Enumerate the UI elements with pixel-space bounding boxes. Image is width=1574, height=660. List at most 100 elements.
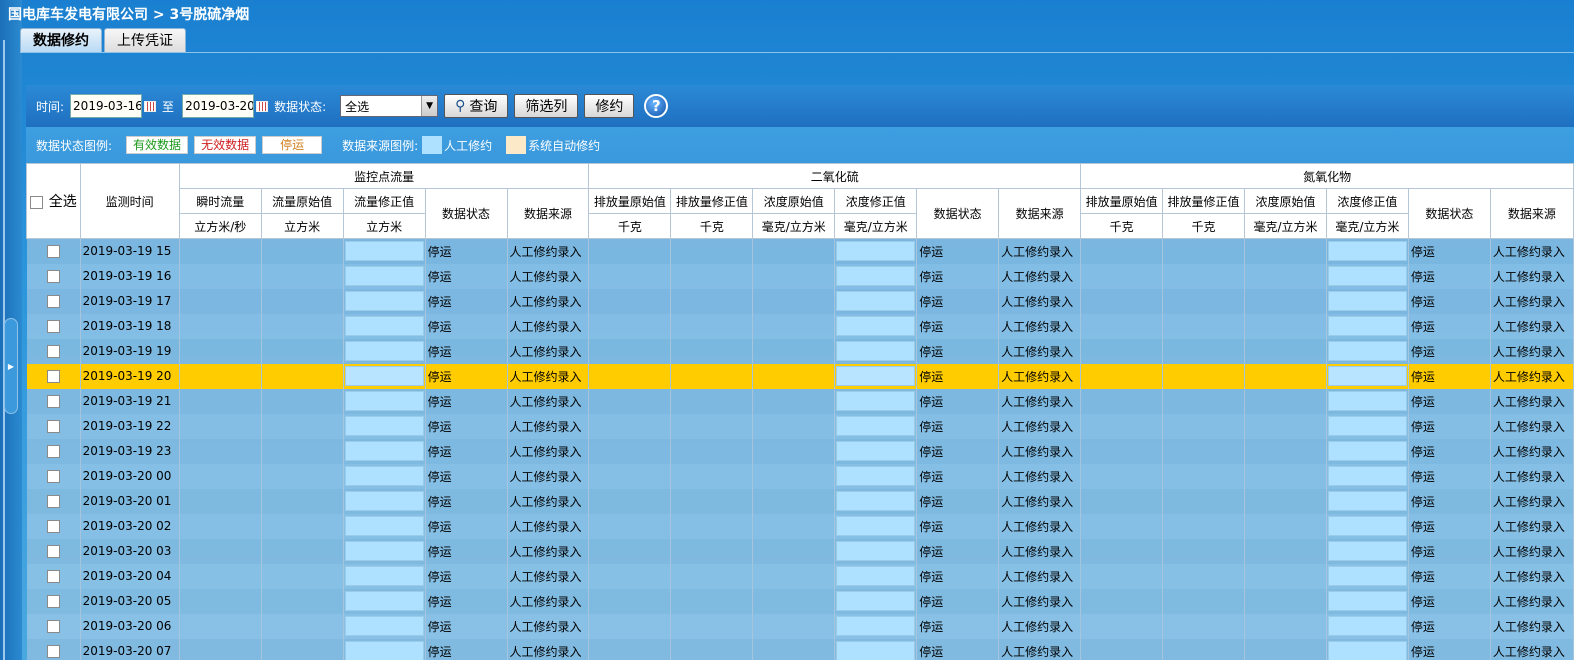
table-row[interactable]: 2019-03-19 19 停运 人工修约录入 停运 人工修约录入 停运 人工修约录入 <box>26 338 1574 364</box>
corrected-value-field[interactable] <box>836 241 916 262</box>
filter-columns-button[interactable]: 筛选列 <box>514 94 579 118</box>
query-button[interactable]: ⚲ 查询 <box>444 94 509 118</box>
corrected-value-input[interactable] <box>834 513 918 539</box>
row-checkbox[interactable] <box>46 545 60 558</box>
corrected-value-field[interactable] <box>1327 491 1407 511</box>
corrected-value-input[interactable] <box>1326 263 1409 289</box>
corrected-value-input[interactable] <box>343 613 426 639</box>
corrected-value-field[interactable] <box>836 541 916 561</box>
corrected-value-input[interactable] <box>343 263 426 289</box>
corrected-value-field[interactable] <box>344 416 424 436</box>
corrected-value-field[interactable] <box>836 441 916 461</box>
row-checkbox-cell[interactable] <box>26 413 81 439</box>
corrected-value-input[interactable] <box>834 588 918 614</box>
row-checkbox[interactable] <box>46 345 60 358</box>
corrected-value-input[interactable] <box>1326 613 1409 639</box>
row-checkbox-cell[interactable] <box>26 588 81 614</box>
corrected-value-input[interactable] <box>343 638 426 660</box>
corrected-value-field[interactable] <box>836 491 916 511</box>
corrected-value-input[interactable] <box>343 438 426 464</box>
table-row[interactable]: 2019-03-20 04 停运 人工修约录入 停运 人工修约录入 停运 人工修约录入 <box>26 563 1574 589</box>
row-checkbox[interactable] <box>46 420 60 433</box>
corrected-value-input[interactable] <box>834 613 918 639</box>
row-checkbox-cell[interactable] <box>26 488 81 514</box>
corrected-value-field[interactable] <box>1327 291 1407 311</box>
row-checkbox[interactable] <box>46 470 60 483</box>
corrected-value-input[interactable] <box>1326 638 1409 660</box>
corrected-value-input[interactable] <box>343 513 426 539</box>
corrected-value-field[interactable] <box>344 491 424 511</box>
tab-data-revision[interactable]: 数据修约 <box>20 28 102 53</box>
corrected-value-input[interactable] <box>834 263 918 289</box>
corrected-value-input[interactable] <box>1326 538 1409 564</box>
corrected-value-field[interactable] <box>344 616 424 636</box>
row-checkbox-cell[interactable] <box>26 388 81 414</box>
corrected-value-input[interactable] <box>343 413 426 439</box>
corrected-value-field[interactable] <box>1327 516 1407 536</box>
corrected-value-field[interactable] <box>836 391 916 411</box>
row-checkbox-cell[interactable] <box>26 513 81 539</box>
table-row[interactable]: 2019-03-19 20 停运 人工修约录入 停运 人工修约录入 停运 人工修约录入 <box>26 363 1574 389</box>
corrected-value-field[interactable] <box>344 466 424 486</box>
row-checkbox[interactable] <box>46 570 60 583</box>
corrected-value-input[interactable] <box>1326 338 1409 364</box>
table-row[interactable]: 2019-03-19 22 停运 人工修约录入 停运 人工修约录入 停运 人工修约录入 <box>26 413 1574 439</box>
corrected-value-field[interactable] <box>1327 241 1407 262</box>
revise-button[interactable]: 修约 <box>584 94 635 118</box>
row-checkbox[interactable] <box>46 320 60 333</box>
corrected-value-field[interactable] <box>1327 641 1407 660</box>
corrected-value-input[interactable] <box>1326 413 1409 439</box>
table-row[interactable]: 2019-03-20 03 停运 人工修约录入 停运 人工修约录入 停运 人工修约录入 <box>26 538 1574 564</box>
corrected-value-field[interactable] <box>344 566 424 586</box>
corrected-value-field[interactable] <box>1327 341 1407 361</box>
corrected-value-input[interactable] <box>834 413 918 439</box>
corrected-value-field[interactable] <box>344 341 424 361</box>
corrected-value-field[interactable] <box>836 291 916 311</box>
corrected-value-field[interactable] <box>344 241 424 262</box>
corrected-value-field[interactable] <box>836 341 916 361</box>
chevron-down-icon[interactable]: ▼ <box>421 96 438 116</box>
row-checkbox-cell[interactable] <box>26 463 81 489</box>
corrected-value-field[interactable] <box>1327 366 1407 386</box>
corrected-value-input[interactable] <box>1326 313 1409 339</box>
corrected-value-field[interactable] <box>1327 541 1407 561</box>
corrected-value-input[interactable] <box>834 288 918 314</box>
row-checkbox[interactable] <box>46 270 60 283</box>
corrected-value-input[interactable] <box>834 438 918 464</box>
corrected-value-field[interactable] <box>344 291 424 311</box>
row-checkbox[interactable] <box>46 620 60 633</box>
corrected-value-field[interactable] <box>836 566 916 586</box>
table-row[interactable]: 2019-03-20 02 停运 人工修约录入 停运 人工修约录入 停运 人工修约录入 <box>26 513 1574 539</box>
corrected-value-input[interactable] <box>834 388 918 414</box>
corrected-value-input[interactable] <box>1326 288 1409 314</box>
corrected-value-input[interactable] <box>834 563 918 589</box>
collapse-arrow-icon[interactable]: ▶ <box>4 318 18 414</box>
corrected-value-input[interactable] <box>1326 513 1409 539</box>
corrected-value-field[interactable] <box>1327 566 1407 586</box>
status-select[interactable]: 全选 ▼ <box>340 95 439 117</box>
corrected-value-field[interactable] <box>344 591 424 611</box>
corrected-value-input[interactable] <box>1326 488 1409 514</box>
table-row[interactable]: 2019-03-19 17 停运 人工修约录入 停运 人工修约录入 停运 人工修约录入 <box>26 288 1574 314</box>
row-checkbox[interactable] <box>46 495 60 508</box>
corrected-value-field[interactable] <box>836 466 916 486</box>
corrected-value-field[interactable] <box>344 366 424 386</box>
corrected-value-field[interactable] <box>1327 441 1407 461</box>
corrected-value-input[interactable] <box>1326 363 1409 389</box>
row-checkbox-cell[interactable] <box>26 263 81 289</box>
table-row[interactable]: 2019-03-19 15 停运 人工修约录入 停运 人工修约录入 停运 人工修约录入 <box>26 238 1574 264</box>
table-row[interactable]: 2019-03-20 00 停运 人工修约录入 停运 人工修约录入 停运 人工修约录入 <box>26 463 1574 489</box>
table-row[interactable]: 2019-03-19 21 停运 人工修约录入 停运 人工修约录入 停运 人工修约录入 <box>26 388 1574 414</box>
corrected-value-input[interactable] <box>343 488 426 514</box>
corrected-value-field[interactable] <box>836 516 916 536</box>
table-row[interactable]: 2019-03-20 05 停运 人工修约录入 停运 人工修约录入 停运 人工修约录入 <box>26 588 1574 614</box>
select-all-header[interactable]: 全选 <box>26 163 81 239</box>
corrected-value-field[interactable] <box>836 316 916 336</box>
corrected-value-field[interactable] <box>1327 466 1407 486</box>
corrected-value-input[interactable] <box>1326 238 1409 264</box>
row-checkbox[interactable] <box>46 245 60 259</box>
corrected-value-input[interactable] <box>343 463 426 489</box>
corrected-value-input[interactable] <box>834 463 918 489</box>
corrected-value-input[interactable] <box>343 538 426 564</box>
corrected-value-field[interactable] <box>836 266 916 286</box>
